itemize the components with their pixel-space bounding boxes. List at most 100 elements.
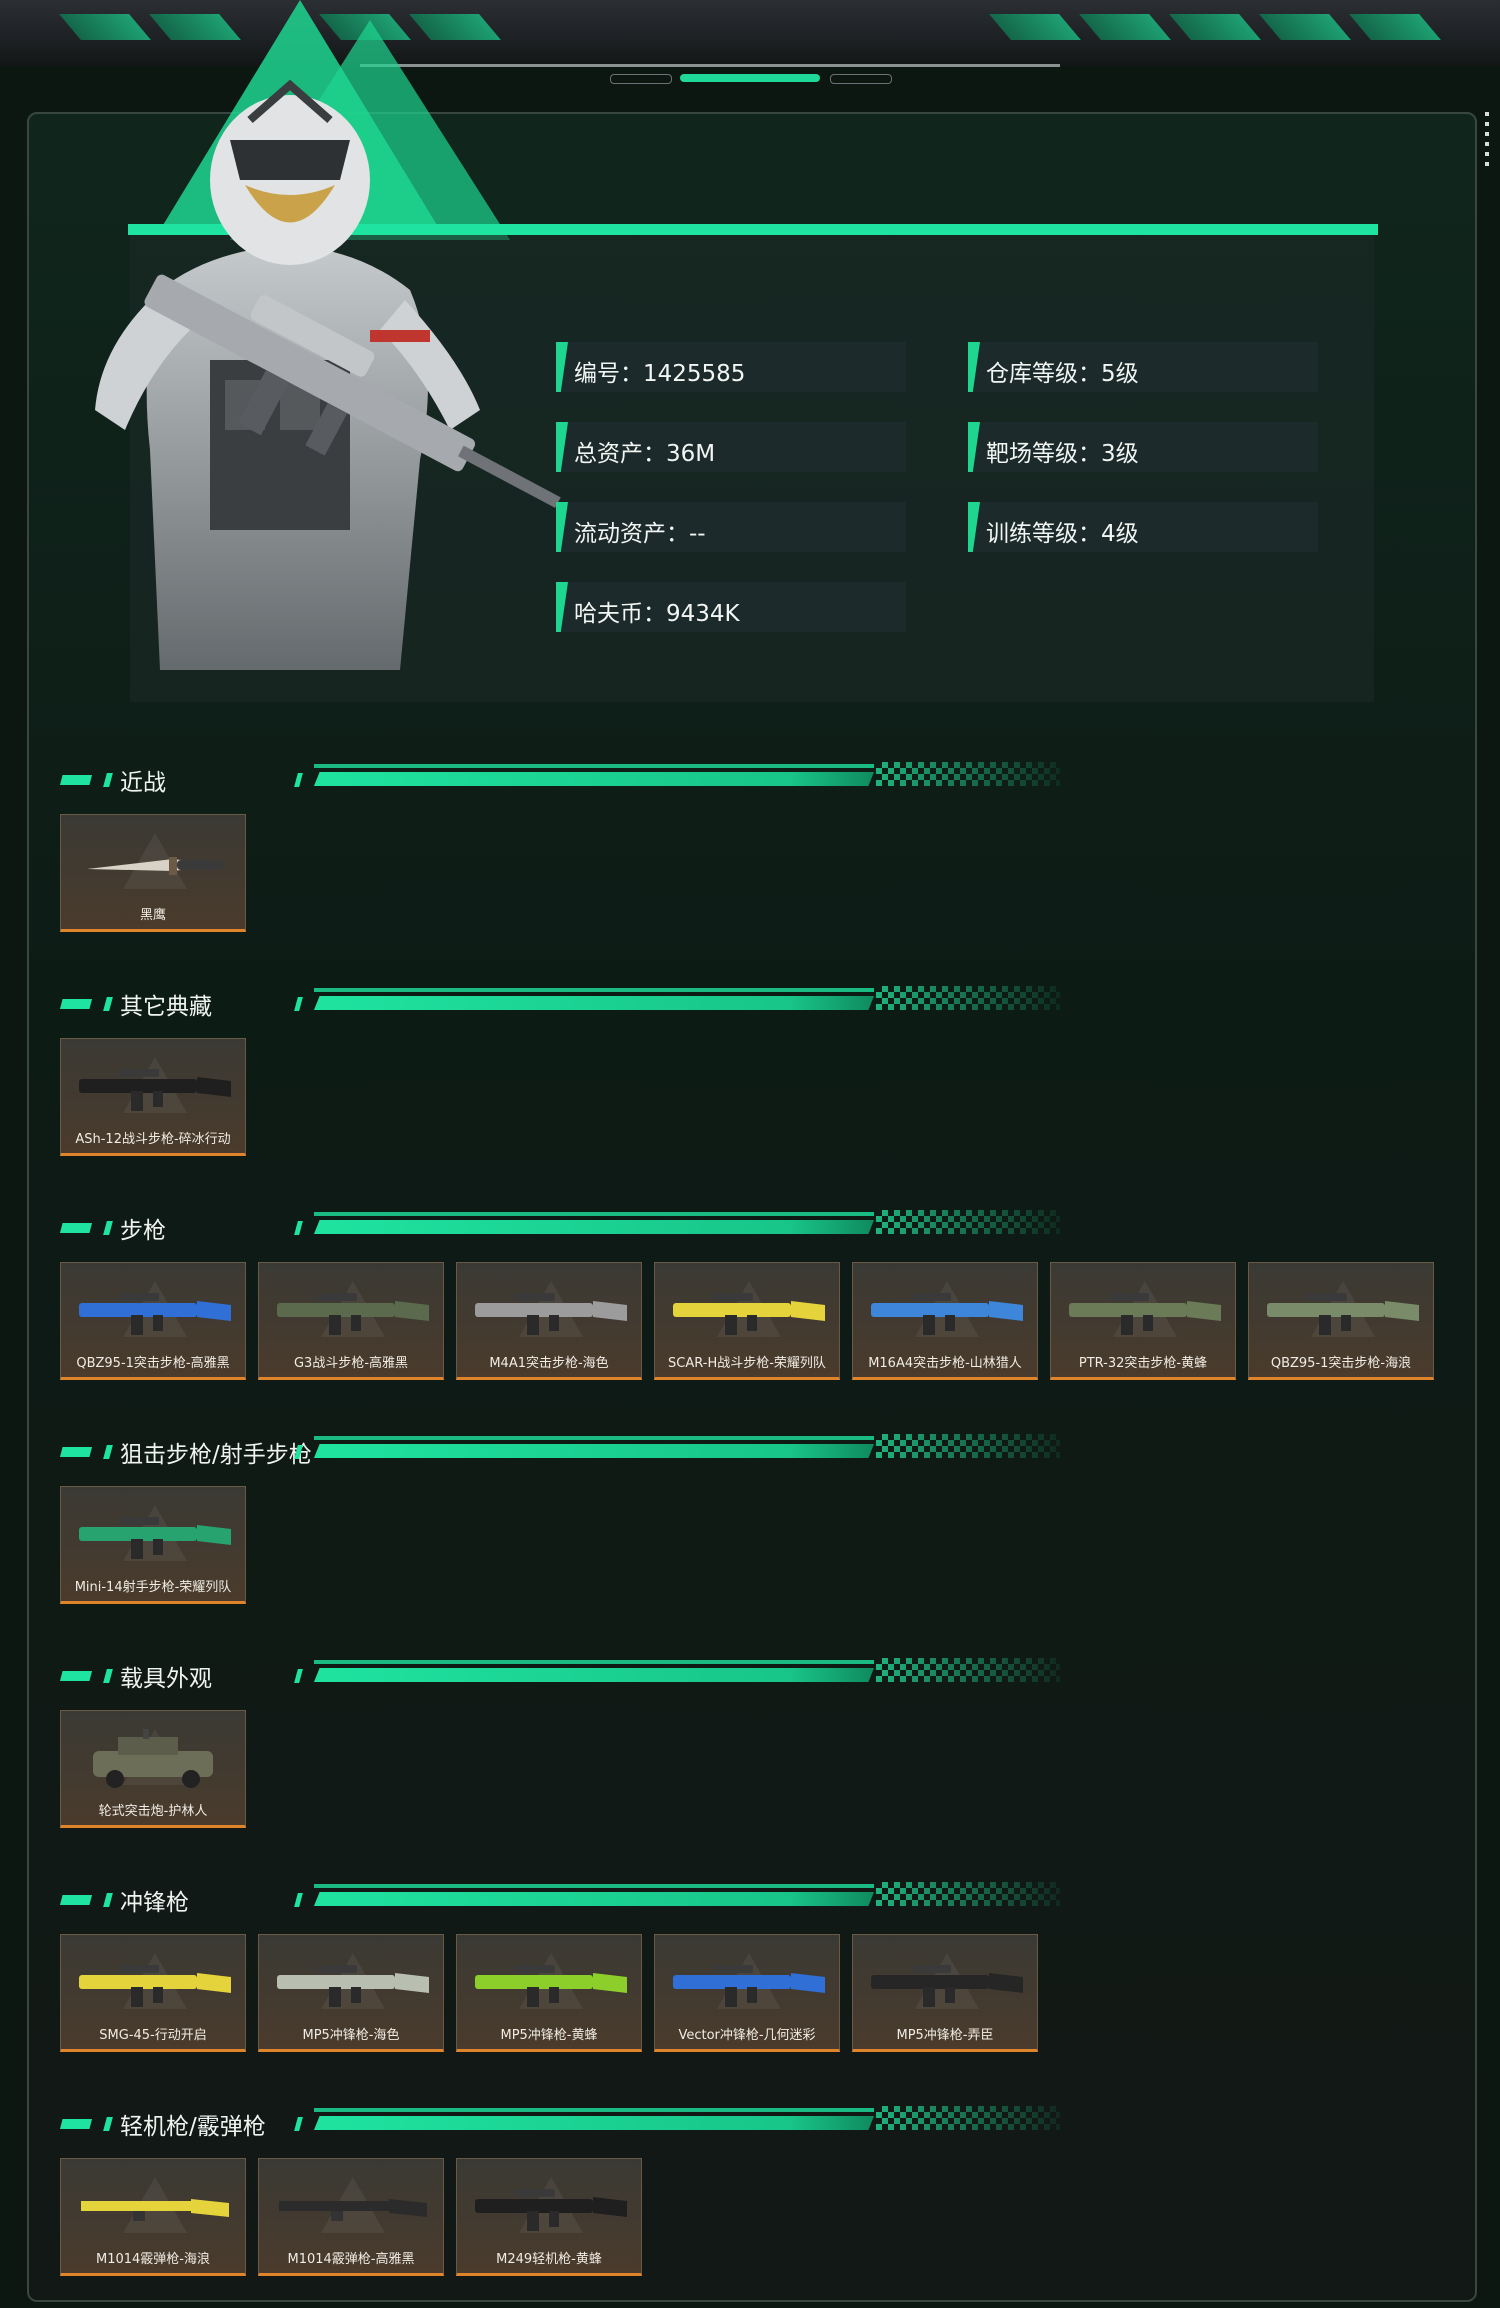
section-header: 载具外观 (60, 1656, 1070, 1696)
collection-item-card[interactable]: M249轻机枪-黄蜂 (456, 2158, 642, 2276)
knife-icon (87, 857, 223, 875)
collection-item-card[interactable]: 黑鹰 (60, 814, 246, 932)
section-title: 其它典藏 (120, 994, 212, 1020)
soldier-portrait (95, 79, 561, 670)
collection-item-card[interactable]: M4A1突击步枪-海色 (456, 1262, 642, 1380)
collection-item-card[interactable]: Mini-14射手步枪-荣耀列队 (60, 1486, 246, 1604)
section-rail-line (314, 1660, 874, 1664)
section-title: 轻机枪/霰弹枪 (120, 2114, 266, 2140)
rifle-icon (871, 1293, 1023, 1335)
section-rail-marker (294, 1893, 303, 1907)
section-rail-marker (294, 2117, 303, 2131)
item-name: QBZ95-1突击步枪-海浪 (1270, 1356, 1412, 1371)
section-header: 步枪 (60, 1208, 1070, 1248)
section-rail-line (314, 1436, 874, 1440)
item-name: 轮式突击炮-护林人 (98, 1804, 208, 1819)
collection-item-card[interactable]: SMG-45-行动开启 (60, 1934, 246, 2052)
stat-haf-coin: 哈夫币：9434K (556, 582, 906, 632)
top-pill-active (680, 74, 820, 82)
section-rail-line (314, 988, 874, 992)
item-name: Vector冲锋枪-几何迷彩 (678, 2028, 816, 2043)
item-name: M1014霰弹枪-海浪 (96, 2252, 210, 2267)
section-marker (103, 2117, 113, 2131)
section-checker-decor (876, 762, 1060, 786)
stat-label: 编号：1425585 (574, 361, 746, 387)
section-checker-decor (876, 1210, 1060, 1234)
section-rail (314, 1220, 874, 1234)
section-marker (103, 773, 113, 787)
rifle-icon (1069, 1293, 1221, 1335)
item-name: M4A1突击步枪-海色 (489, 1356, 609, 1371)
item-name: MP5冲锋枪-黄蜂 (500, 2028, 598, 2043)
item-name: SCAR-H战斗步枪-荣耀列队 (668, 1356, 826, 1371)
section-checker-decor (876, 1434, 1060, 1458)
scroll-indicator[interactable] (1484, 112, 1490, 172)
stat-label: 流动资产：-- (574, 521, 706, 547)
section-items: 轮式突击炮-护林人 (60, 1710, 258, 1830)
section-marker (60, 1671, 92, 1681)
stat-range-level: 靶场等级：3级 (968, 422, 1318, 472)
section-header: 冲锋枪 (60, 1880, 1070, 1920)
smg-icon (475, 1965, 627, 2007)
collection-item-card[interactable]: M16A4突击步枪-山林猎人 (852, 1262, 1038, 1380)
collection-item-card[interactable]: QBZ95-1突击步枪-高雅黑 (60, 1262, 246, 1380)
section-header: 狙击步枪/射手步枪 (60, 1432, 1070, 1472)
rifle-icon (1267, 1293, 1419, 1335)
smg-icon (79, 1965, 231, 2007)
collection-item-card[interactable]: QBZ95-1突击步枪-海浪 (1248, 1262, 1434, 1380)
section-rail-marker (294, 773, 303, 787)
collection-item-card[interactable]: Vector冲锋枪-几何迷彩 (654, 1934, 840, 2052)
collection-item-card[interactable]: ASh-12战斗步枪-碎冰行动 (60, 1038, 246, 1156)
section-marker (60, 2119, 92, 2129)
item-name: MP5冲锋枪-海色 (302, 2028, 400, 2043)
section-title: 载具外观 (120, 1666, 212, 1692)
stat-training-level: 训练等级：4级 (968, 502, 1318, 552)
collection-item-card[interactable]: M1014霰弹枪-海浪 (60, 2158, 246, 2276)
section-title: 近战 (120, 770, 166, 796)
rifle-icon (79, 1293, 231, 1335)
section-marker (60, 1447, 92, 1457)
section-items: SMG-45-行动开启 MP5冲锋枪-海色 MP5冲锋枪-黄蜂 Vector冲锋枪-几… (60, 1934, 1050, 2054)
item-name: M16A4突击步枪-山林猎人 (868, 1356, 1022, 1371)
rifle-icon (79, 1069, 231, 1111)
sniper-icon (79, 1517, 231, 1559)
section-title: 冲锋枪 (120, 1890, 189, 1916)
section-items: QBZ95-1突击步枪-高雅黑 G3战斗步枪-高雅黑 M4A1突击步枪-海色 SCAR… (60, 1262, 1446, 1382)
section-rail (314, 1444, 874, 1458)
section-rail-marker (294, 997, 303, 1011)
item-name: SMG-45-行动开启 (99, 2028, 207, 2043)
stat-label: 哈夫币：9434K (574, 601, 740, 627)
item-name: Mini-14射手步枪-荣耀列队 (74, 1580, 232, 1595)
collection-item-card[interactable]: M1014霰弹枪-高雅黑 (258, 2158, 444, 2276)
collection-item-card[interactable]: SCAR-H战斗步枪-荣耀列队 (654, 1262, 840, 1380)
section-marker (60, 999, 92, 1009)
section-marker (103, 997, 113, 1011)
collection-item-card[interactable]: MP5冲锋枪-弄臣 (852, 1934, 1038, 2052)
vehicle-icon (93, 1729, 213, 1788)
section-marker (103, 1669, 113, 1683)
section-marker (60, 775, 92, 785)
section-rail (314, 1668, 874, 1682)
section-title: 狙击步枪/射手步枪 (120, 1442, 312, 1468)
section-rail-marker (294, 1221, 303, 1235)
item-name: ASh-12战斗步枪-碎冰行动 (75, 1132, 231, 1147)
collection-item-card[interactable]: G3战斗步枪-高雅黑 (258, 1262, 444, 1380)
collection-item-card[interactable]: 轮式突击炮-护林人 (60, 1710, 246, 1828)
section-checker-decor (876, 986, 1060, 1010)
section-rail (314, 996, 874, 1010)
section-header: 近战 (60, 760, 1070, 800)
section-checker-decor (876, 1658, 1060, 1682)
section-rail-line (314, 764, 874, 768)
section-items: 黑鹰 (60, 814, 258, 934)
stat-label: 训练等级：4级 (986, 521, 1139, 547)
stat-label: 仓库等级：5级 (986, 361, 1139, 387)
smg-icon (871, 1965, 1023, 2007)
section-items: Mini-14射手步枪-荣耀列队 (60, 1486, 258, 1606)
collection-item-card[interactable]: MP5冲锋枪-黄蜂 (456, 1934, 642, 2052)
item-name: M1014霰弹枪-高雅黑 (287, 2252, 415, 2267)
section-marker (60, 1895, 92, 1905)
collection-item-card[interactable]: PTR-32突击步枪-黄蜂 (1050, 1262, 1236, 1380)
collection-item-card[interactable]: MP5冲锋枪-海色 (258, 1934, 444, 2052)
item-name: PTR-32突击步枪-黄蜂 (1078, 1356, 1208, 1371)
section-rail (314, 1892, 874, 1906)
